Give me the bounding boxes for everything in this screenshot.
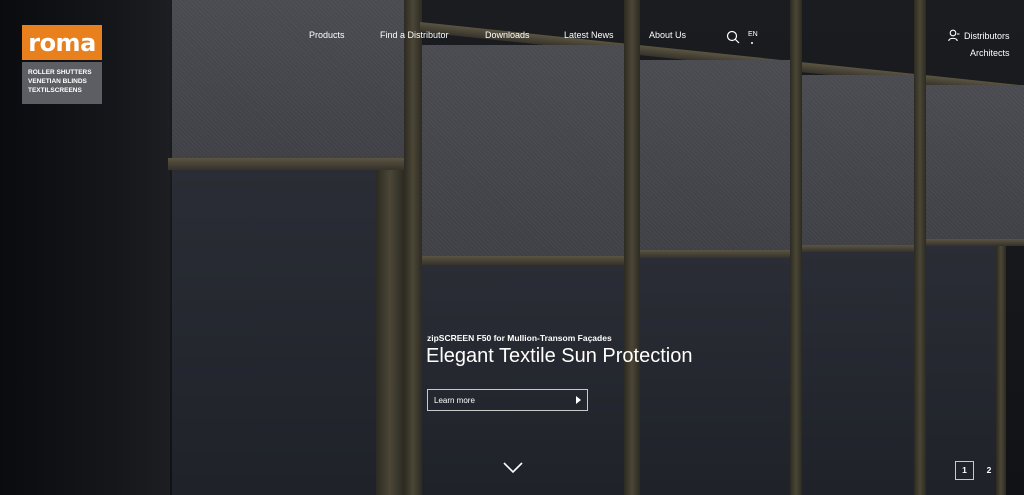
frame-post: [996, 246, 1006, 495]
search-icon[interactable]: [726, 30, 740, 44]
language-indicator: [751, 42, 753, 44]
glass-pane: [802, 252, 914, 495]
screen-panel: [802, 75, 914, 247]
glass-pane: [640, 258, 790, 495]
frame-bar: [802, 245, 916, 252]
hero-title: Elegant Textile Sun Protection: [426, 345, 693, 367]
language-selector[interactable]: EN: [748, 31, 758, 38]
learn-more-label: Learn more: [434, 395, 475, 405]
slide-page-1[interactable]: 1: [955, 461, 974, 480]
logo-text: roma: [28, 28, 96, 57]
glass-pane: [172, 170, 376, 495]
frame-bar: [926, 239, 1024, 246]
nav-latest-news[interactable]: Latest News: [564, 30, 614, 40]
glass-pane: [422, 265, 624, 495]
roma-logo[interactable]: roma: [22, 25, 102, 60]
logo-tagline: ROLLER SHUTTERS VENETIAN BLINDS TEXTILSC…: [22, 62, 102, 104]
nav-about-us[interactable]: About Us: [649, 30, 686, 40]
frame-post: [914, 0, 926, 495]
nav-find-distributor[interactable]: Find a Distributor: [380, 30, 449, 40]
hero-subtitle: zipSCREEN F50 for Mullion-Transom Façade…: [427, 333, 612, 343]
hero-image: [0, 0, 1024, 495]
frame-post: [624, 0, 640, 495]
frame-post: [404, 0, 422, 495]
glass-pane: [926, 246, 996, 495]
learn-more-button[interactable]: Learn more: [427, 389, 588, 411]
tagline-line: VENETIAN BLINDS: [28, 78, 87, 85]
chevron-down-icon[interactable]: [503, 462, 523, 474]
frame-bar: [422, 256, 626, 265]
frame-bar: [640, 250, 792, 258]
slide-page-2[interactable]: 2: [984, 461, 994, 480]
tagline-line: ROLLER SHUTTERS: [28, 69, 92, 76]
nav-downloads[interactable]: Downloads: [485, 30, 530, 40]
distributors-link[interactable]: Distributors: [964, 31, 1010, 41]
architects-link[interactable]: Architects: [970, 48, 1010, 58]
tagline-line: TEXTILSCREENS: [28, 87, 82, 94]
user-icon: [948, 29, 960, 42]
play-arrow-icon: [576, 396, 581, 404]
screen-panel: [172, 0, 404, 162]
frame-bar: [168, 158, 408, 170]
frame-post: [790, 0, 802, 495]
frame-post: [376, 170, 404, 495]
screen-panel: [926, 85, 1024, 241]
screen-panel: [640, 60, 790, 252]
screen-panel: [422, 45, 624, 260]
nav-products[interactable]: Products: [309, 30, 345, 40]
